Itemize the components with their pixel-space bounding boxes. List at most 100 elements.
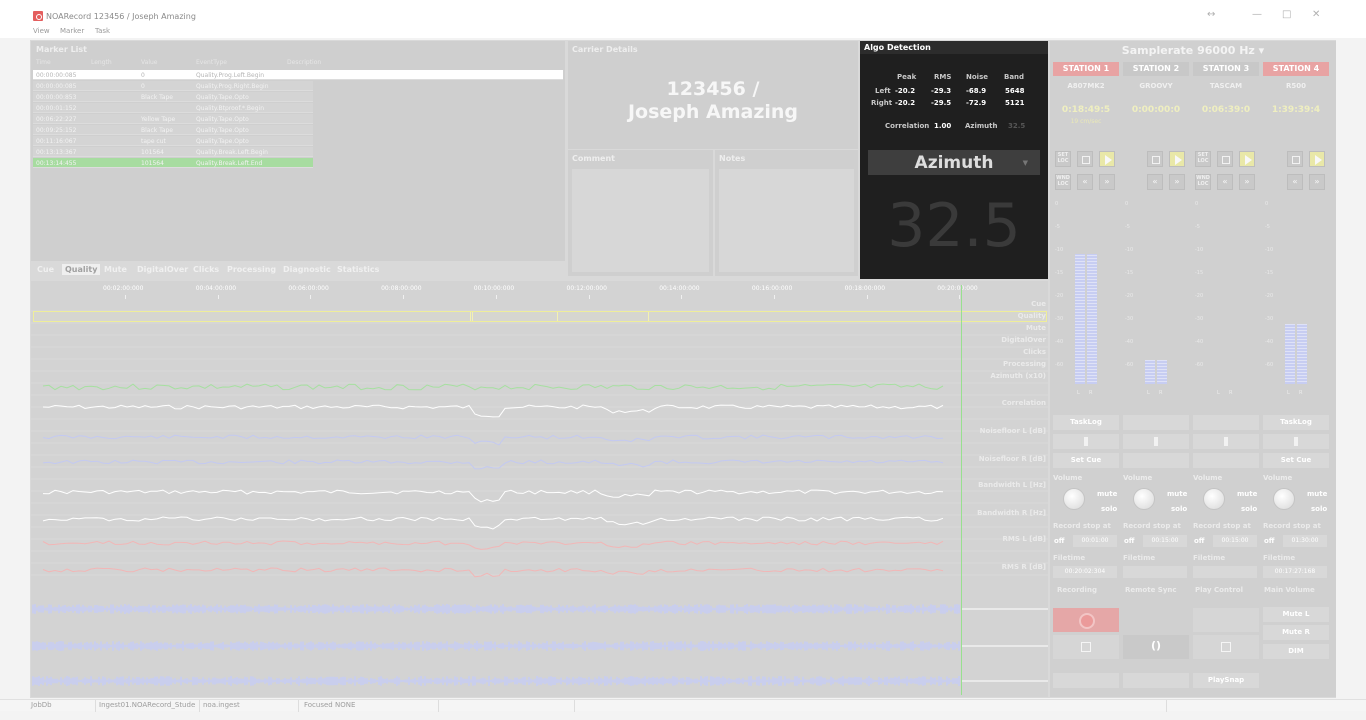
record-stop-off[interactable]: off [1264, 537, 1274, 545]
stop-icon[interactable] [1217, 151, 1233, 167]
marker-row[interactable]: 00:11:16:067 tape cut Quality.Tape.Opto [33, 136, 313, 146]
tasklog-button[interactable] [1123, 415, 1189, 430]
marker-row[interactable]: 00:00:00:085 0 Quality.Prog.Right.Begin [33, 81, 313, 91]
marker-row[interactable]: 00:00:00:853 Black Tape Quality.Tape.Opto [33, 92, 313, 102]
col-length[interactable]: Length [91, 59, 112, 66]
quality-marker[interactable] [470, 312, 471, 321]
volume-knob[interactable] [1133, 488, 1155, 510]
tab-cue[interactable]: Cue [34, 264, 57, 275]
tab-diagnostic[interactable]: Diagnostic [280, 264, 334, 275]
set-cue-button[interactable] [1123, 453, 1189, 468]
set-cue-button[interactable] [1193, 453, 1259, 468]
tasklog-button[interactable] [1193, 415, 1259, 430]
record-stop-time[interactable]: 01:30:00 [1283, 535, 1327, 547]
col-eventtype[interactable]: EventType [196, 59, 227, 66]
dim-button[interactable]: DIM [1263, 644, 1329, 659]
samplerate-selector[interactable]: Samplerate 96000 Hz ▾ [1050, 44, 1336, 57]
col-value[interactable]: Value [141, 59, 157, 66]
solo-toggle[interactable]: solo [1241, 505, 1257, 513]
rewind-icon[interactable]: « [1077, 174, 1093, 190]
comment-textarea[interactable] [572, 169, 709, 272]
record-stop-time[interactable]: 00:15:00 [1143, 535, 1187, 547]
maximize-icon[interactable]: □ [1282, 9, 1291, 20]
marker-row[interactable]: 00:13:14:455 101564 Quality.Break.Left.End [33, 158, 313, 168]
fast-forward-icon[interactable]: » [1309, 174, 1325, 190]
tab-quality[interactable]: Quality [62, 264, 101, 275]
mute-toggle[interactable]: mute [1167, 490, 1187, 498]
position-slider[interactable] [1193, 434, 1259, 449]
mute-toggle[interactable]: mute [1237, 490, 1257, 498]
mute-r-button[interactable]: Mute R [1263, 625, 1329, 640]
play-icon[interactable] [1099, 151, 1115, 167]
tab-mute[interactable]: Mute [101, 264, 130, 275]
menu-task[interactable]: Task [95, 27, 110, 35]
record-button[interactable] [1053, 608, 1119, 632]
position-slider[interactable] [1053, 434, 1119, 449]
mute-toggle[interactable]: mute [1097, 490, 1117, 498]
position-slider[interactable] [1123, 434, 1189, 449]
play-icon[interactable] [1309, 151, 1325, 167]
quality-marker[interactable] [472, 312, 473, 321]
tasklog-button[interactable]: TaskLog [1263, 415, 1329, 430]
play-icon[interactable] [1239, 151, 1255, 167]
record-stop-off[interactable]: off [1124, 537, 1134, 545]
solo-toggle[interactable]: solo [1171, 505, 1187, 513]
record-stop-time[interactable]: 00:01:00 [1073, 535, 1117, 547]
playhead[interactable] [961, 285, 962, 695]
record-stop-time[interactable]: 00:15:00 [1213, 535, 1257, 547]
wind-loc-button[interactable]: WND LOC [1055, 174, 1071, 190]
solo-toggle[interactable]: solo [1101, 505, 1117, 513]
stop-icon[interactable] [1077, 151, 1093, 167]
marker-row[interactable]: 00:00:01:152 Quality.Btproof.*.Begin [33, 103, 313, 113]
notes-textarea[interactable] [719, 169, 854, 272]
stop-record-button[interactable] [1053, 635, 1119, 659]
marker-row[interactable]: 00:06:22:227 Yellow Tape Quality.Tape.Opto [33, 114, 313, 124]
set-cue-button[interactable]: Set Cue [1263, 453, 1329, 468]
station-header[interactable]: STATION 4 [1263, 62, 1329, 76]
tab-processing[interactable]: Processing [224, 264, 279, 275]
timeline-panel[interactable]: 00:02:00:000 00:04:00:000 00:06:00:000 00:0… [31, 281, 1048, 697]
set-loc-button[interactable]: SET LOC [1055, 151, 1071, 167]
station-header[interactable]: STATION 2 [1123, 62, 1189, 76]
volume-knob[interactable] [1063, 488, 1085, 510]
stop-icon[interactable] [1147, 151, 1163, 167]
stop-icon[interactable] [1287, 151, 1303, 167]
quality-marker[interactable] [557, 312, 558, 321]
position-slider[interactable] [1263, 434, 1329, 449]
marker-row[interactable]: 00:13:13:367 101564 Quality.Break.Left.Beg… [33, 147, 313, 157]
minimize-icon[interactable]: — [1252, 9, 1262, 20]
marker-row[interactable]: 00:09:25:152 Black Tape Quality.Tape.Opto [33, 125, 313, 135]
playsnap-button[interactable]: PlaySnap [1193, 673, 1259, 688]
station-header[interactable]: STATION 3 [1193, 62, 1259, 76]
remote-sync-button[interactable] [1123, 635, 1189, 659]
play-icon[interactable] [1169, 151, 1185, 167]
fast-forward-icon[interactable]: » [1169, 174, 1185, 190]
mute-toggle[interactable]: mute [1307, 490, 1327, 498]
tab-clicks[interactable]: Clicks [190, 264, 222, 275]
bottom-slot-2[interactable] [1123, 673, 1189, 688]
quality-marker[interactable] [648, 312, 649, 321]
close-icon[interactable]: ✕ [1312, 9, 1320, 20]
rewind-icon[interactable]: « [1287, 174, 1303, 190]
col-time[interactable]: Time [36, 59, 51, 66]
set-cue-button[interactable]: Set Cue [1053, 453, 1119, 468]
solo-toggle[interactable]: solo [1311, 505, 1327, 513]
tab-statistics[interactable]: Statistics [334, 264, 382, 275]
tasklog-button[interactable]: TaskLog [1053, 415, 1119, 430]
rewind-icon[interactable]: « [1147, 174, 1163, 190]
play-control-button[interactable] [1193, 608, 1259, 632]
tab-digitalover[interactable]: DigitalOver [134, 264, 191, 275]
record-stop-off[interactable]: off [1054, 537, 1064, 545]
station-header[interactable]: STATION 1 [1053, 62, 1119, 76]
rewind-icon[interactable]: « [1217, 174, 1233, 190]
record-stop-off[interactable]: off [1194, 537, 1204, 545]
volume-knob[interactable] [1273, 488, 1295, 510]
menu-view[interactable]: View [33, 27, 50, 35]
set-loc-button[interactable]: SET LOC [1195, 151, 1211, 167]
col-description[interactable]: Description [287, 59, 321, 66]
wind-loc-button[interactable]: WND LOC [1195, 174, 1211, 190]
marker-row[interactable]: 00:00:00:085 0 Quality.Prog.Left.Begin [33, 70, 563, 80]
mute-l-button[interactable]: Mute L [1263, 607, 1329, 622]
play-stop-button[interactable] [1193, 635, 1259, 659]
fast-forward-icon[interactable]: » [1099, 174, 1115, 190]
